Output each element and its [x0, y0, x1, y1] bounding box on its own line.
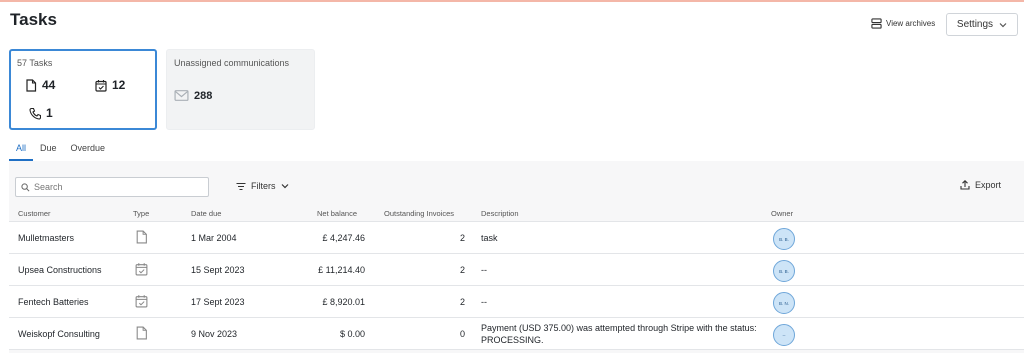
cell-outstanding-invoices: 2	[459, 233, 465, 243]
tasks-summary-card[interactable]: 57 Tasks 44 12 1	[9, 49, 157, 130]
view-archives-label: View archives	[886, 19, 936, 28]
cell-date-due: 9 Nov 2023	[191, 329, 238, 339]
table-row[interactable]: Upsea Constructions 15 Sept 2023 £ 11,21…	[9, 254, 1024, 286]
export-icon	[960, 180, 970, 190]
cell-description: task	[481, 233, 498, 243]
document-icon	[136, 230, 147, 244]
filter-lines-icon	[236, 182, 246, 190]
archive-icon	[871, 18, 882, 29]
calendar-check-icon	[95, 79, 107, 92]
calendar-check-icon	[135, 263, 148, 276]
cell-description: Payment (USD 375.00) was attempted throu…	[481, 323, 757, 345]
cell-customer[interactable]: Upsea Constructions	[18, 265, 102, 275]
document-icon	[136, 326, 147, 340]
column-header-customer[interactable]: Customer	[18, 209, 51, 218]
table-row[interactable]: Weiskopf Consulting 9 Nov 2023 $ 0.00 0 …	[9, 318, 1024, 350]
cell-net-balance: £ 11,214.40	[318, 265, 365, 275]
export-label: Export	[975, 180, 1002, 190]
column-header-type[interactable]: Type	[133, 209, 149, 218]
cell-net-balance: £ 4,247.46	[322, 233, 365, 243]
cell-customer[interactable]: Fentech Batteries	[18, 297, 89, 307]
owner-avatar[interactable]: B. B.	[773, 260, 795, 282]
cell-description: --	[481, 265, 487, 275]
tab-due[interactable]: Due	[33, 142, 64, 161]
documents-stat: 44	[25, 78, 55, 92]
unassigned-card-title: Unassigned communications	[174, 58, 290, 68]
task-tabs: All Due Overdue	[9, 142, 112, 161]
cell-date-due: 15 Sept 2023	[191, 265, 245, 275]
filters-button[interactable]: Filters	[236, 181, 289, 191]
scheduled-stat: 12	[95, 78, 125, 92]
export-button[interactable]: Export	[960, 180, 1001, 190]
calls-count: 1	[46, 106, 53, 120]
tab-all[interactable]: All	[9, 142, 34, 161]
column-header-date-due[interactable]: Date due	[191, 209, 221, 218]
phone-icon	[29, 107, 41, 120]
table-header: Customer Type Date due Net balance Outst…	[9, 203, 1024, 222]
column-header-description[interactable]: Description	[481, 209, 519, 218]
cell-date-due: 17 Sept 2023	[191, 297, 245, 307]
column-header-net-balance[interactable]: Net balance	[317, 209, 357, 218]
tasks-table: Customer Type Date due Net balance Outst…	[9, 203, 1024, 350]
table-row[interactable]: Fentech Batteries 17 Sept 2023 £ 8,920.0…	[9, 286, 1024, 318]
owner-avatar[interactable]: --	[773, 324, 795, 346]
cell-customer[interactable]: Weiskopf Consulting	[18, 329, 100, 339]
document-icon	[26, 78, 37, 92]
mail-icon	[174, 90, 189, 101]
owner-avatar[interactable]: B. B.	[773, 228, 795, 250]
cell-outstanding-invoices: 2	[459, 265, 465, 275]
unassigned-stat: 288	[174, 89, 212, 102]
calls-stat: 1	[29, 106, 53, 120]
chevron-down-icon	[999, 22, 1007, 27]
calendar-check-icon	[135, 295, 148, 308]
top-alert-stripe	[0, 0, 1024, 2]
cell-customer[interactable]: Mulletmasters	[18, 233, 74, 243]
chevron-down-icon	[281, 184, 288, 189]
cell-outstanding-invoices: 2	[459, 297, 465, 307]
cell-date-due: 1 Mar 2004	[191, 233, 237, 243]
unassigned-communications-card[interactable]: Unassigned communications 288	[166, 49, 315, 130]
column-header-owner[interactable]: Owner	[771, 209, 793, 218]
search-icon	[21, 182, 30, 191]
tasks-card-title: 57 Tasks	[17, 58, 53, 68]
settings-button[interactable]: Settings	[946, 13, 1018, 36]
cell-outstanding-invoices: 0	[459, 329, 465, 339]
cell-net-balance: $ 0.00	[339, 329, 365, 339]
filters-label: Filters	[251, 181, 276, 191]
cell-description: --	[481, 297, 487, 307]
documents-count: 44	[42, 78, 56, 92]
scheduled-count: 12	[112, 78, 126, 92]
cell-net-balance: £ 8,920.01	[322, 297, 365, 307]
settings-label: Settings	[956, 19, 994, 30]
view-archives-button[interactable]: View archives	[871, 18, 935, 29]
unassigned-count: 288	[194, 89, 213, 102]
tab-overdue[interactable]: Overdue	[64, 142, 113, 161]
owner-avatar[interactable]: B. N.	[773, 292, 795, 314]
search-field[interactable]	[15, 177, 209, 197]
table-row[interactable]: Mulletmasters 1 Mar 2004 £ 4,247.46 2 ta…	[9, 222, 1024, 254]
column-header-outstanding-invoices[interactable]: Outstanding Invoices	[384, 209, 454, 218]
search-input[interactable]	[34, 182, 204, 192]
page-title: Tasks	[10, 10, 57, 29]
